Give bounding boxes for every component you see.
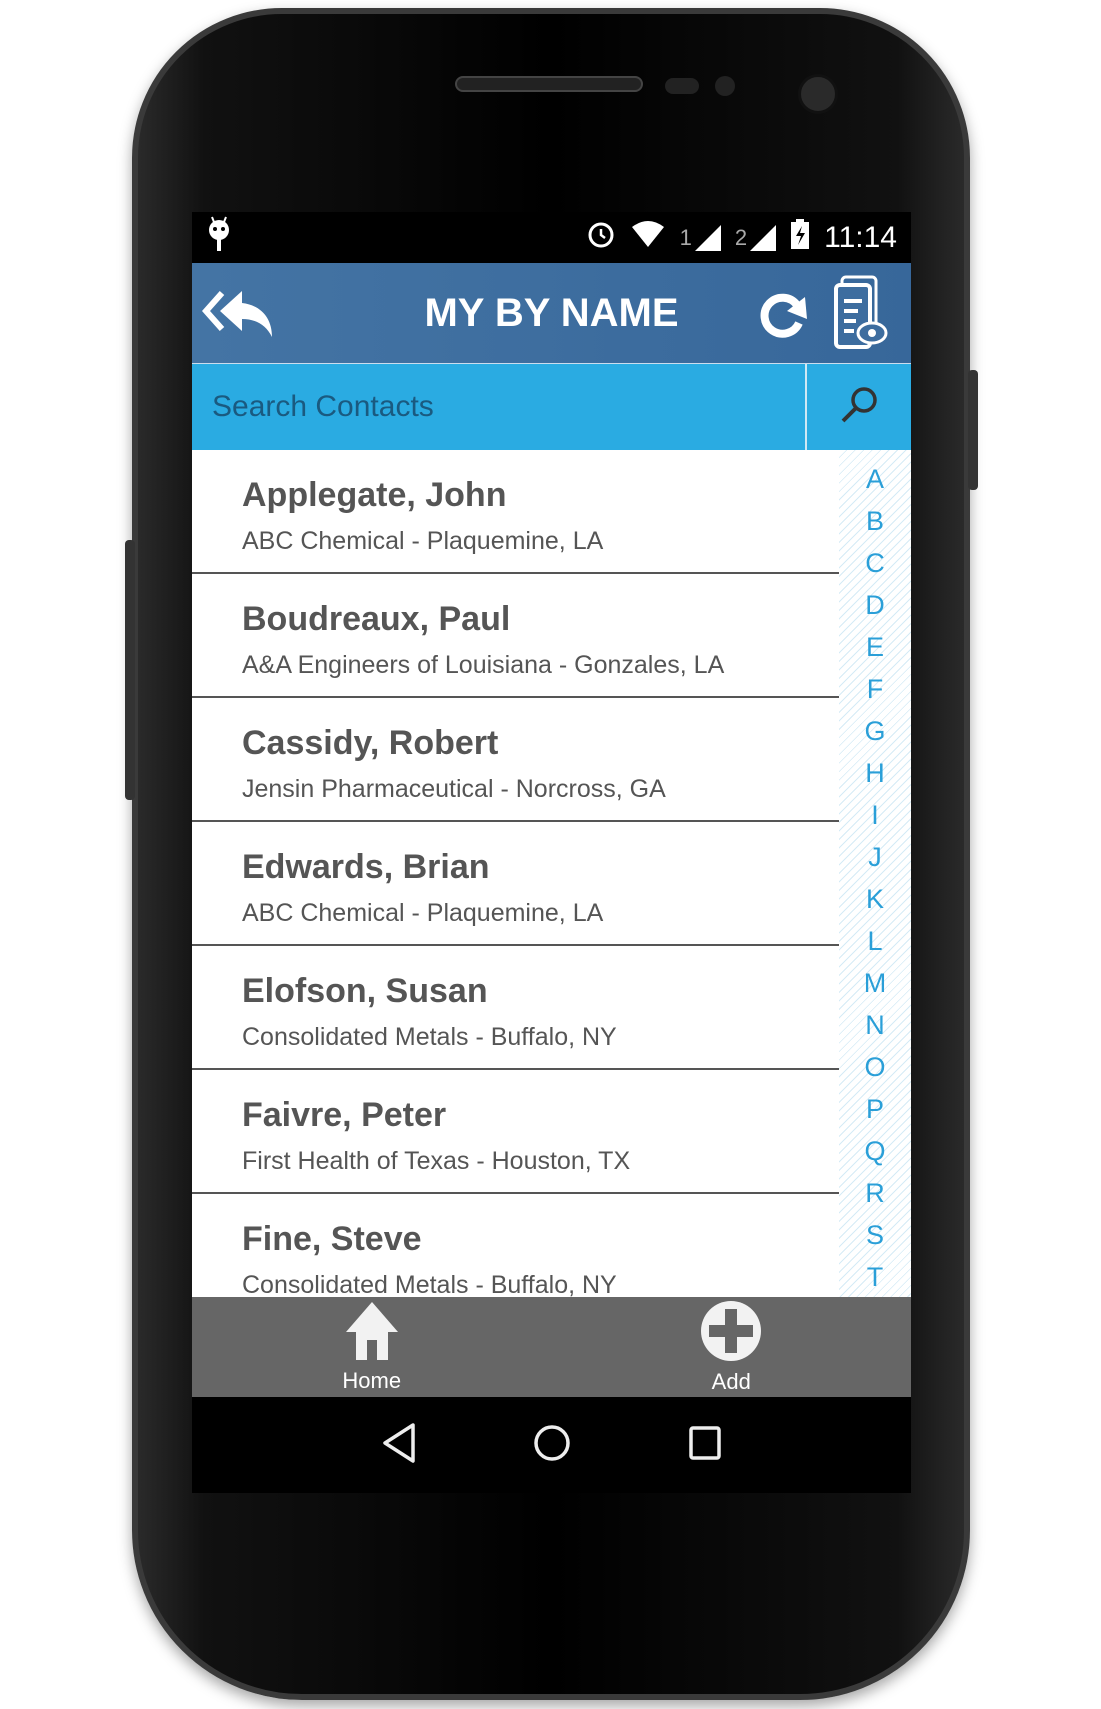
search-button[interactable] [805,364,911,450]
alphabet-letter-k[interactable]: K [866,878,884,920]
refresh-icon[interactable] [757,289,809,346]
alphabet-letter-n[interactable]: N [865,1004,885,1046]
alphabet-letter-j[interactable]: J [868,836,882,878]
bottom-toolbar: Home Add [192,1297,911,1397]
volume-button [125,540,135,800]
document-view-icon[interactable] [832,275,888,358]
contact-detail: ABC Chemical - Plaquemine, LA [242,527,604,555]
contact-detail: Consolidated Metals - Buffalo, NY [242,1023,617,1051]
alphabet-letter-e[interactable]: E [866,626,884,668]
sim1-signal: 1 [679,224,721,251]
alphabet-index[interactable]: ABCDEFGHIJKLMNOPQRST [839,450,911,1297]
battery-charging-icon [790,219,810,256]
contact-row[interactable]: Boudreaux, Paul A&A Engineers of Louisian… [192,574,839,698]
wifi-icon [630,219,666,256]
sim2-signal: 2 [734,224,777,251]
light-sensor [715,76,735,96]
signal-icon [750,224,777,251]
contact-name: Boudreaux, Paul [242,600,511,638]
search-input[interactable] [192,364,805,450]
front-camera [798,74,838,114]
alphabet-letter-a[interactable]: A [866,458,884,500]
system-navigation-bar [192,1397,911,1493]
screen: 1 2 11:14 MY BY NAME Applegate, John ABC … [192,212,911,1493]
search-bar [192,363,911,450]
contact-detail: ABC Chemical - Plaquemine, LA [242,899,604,927]
sim2-label: 2 [734,224,748,250]
alphabet-letter-m[interactable]: M [864,962,887,1004]
alphabet-letter-g[interactable]: G [864,710,885,752]
alphabet-letter-t[interactable]: T [867,1256,884,1297]
alarm-icon [586,219,616,256]
contact-name: Faivre, Peter [242,1096,447,1134]
signal-icon [694,224,721,251]
clock: 11:14 [824,220,897,254]
contact-name: Cassidy, Robert [242,724,499,762]
add-button[interactable]: Add [631,1299,831,1395]
home-icon [344,1300,400,1368]
earpiece-speaker [455,76,643,92]
alphabet-letter-q[interactable]: Q [864,1130,885,1172]
contact-row[interactable]: Applegate, John ABC Chemical - Plaquemine… [192,450,839,574]
alphabet-letter-d[interactable]: D [865,584,885,626]
alphabet-letter-s[interactable]: S [866,1214,884,1256]
contact-detail: Consolidated Metals - Buffalo, NY [242,1271,617,1297]
home-label: Home [342,1368,402,1393]
contact-row[interactable]: Faivre, Peter First Health of Texas - Hou… [192,1070,839,1194]
contact-name: Edwards, Brian [242,848,490,886]
alphabet-letter-c[interactable]: C [865,542,885,584]
alphabet-letter-i[interactable]: I [871,794,879,836]
alphabet-letter-f[interactable]: F [867,668,884,710]
status-bar: 1 2 11:14 [192,212,911,263]
contact-detail: First Health of Texas - Houston, TX [242,1147,631,1175]
contact-name: Applegate, John [242,476,507,514]
android-notification-icon [206,215,232,260]
search-icon [839,385,879,430]
alphabet-letter-p[interactable]: P [866,1088,884,1130]
home-button[interactable]: Home [272,1300,472,1394]
contact-detail: Jensin Pharmaceutical - Norcross, GA [242,775,666,803]
nav-back-icon[interactable] [379,1421,419,1470]
nav-home-icon[interactable] [532,1423,572,1468]
alphabet-letter-b[interactable]: B [866,500,884,542]
proximity-sensor [665,78,699,94]
app-header: MY BY NAME [192,263,911,363]
contact-name: Fine, Steve [242,1220,422,1258]
alphabet-letter-o[interactable]: O [864,1046,885,1088]
alphabet-letter-l[interactable]: L [867,920,882,962]
add-label: Add [711,1369,751,1394]
contact-list: Applegate, John ABC Chemical - Plaquemine… [192,450,839,1297]
contact-row[interactable]: Edwards, Brian ABC Chemical - Plaquemine,… [192,822,839,946]
add-icon [699,1299,763,1369]
contact-row[interactable]: Fine, Steve Consolidated Metals - Buffalo… [192,1194,839,1297]
sim1-label: 1 [679,224,692,250]
contact-list-area: Applegate, John ABC Chemical - Plaquemine… [192,450,911,1297]
alphabet-letter-r[interactable]: R [865,1172,885,1214]
nav-recents-icon[interactable] [685,1423,725,1468]
contact-row[interactable]: Cassidy, Robert Jensin Pharmaceutical - N… [192,698,839,822]
power-button [968,370,978,490]
contact-name: Elofson, Susan [242,972,488,1010]
contact-detail: A&A Engineers of Louisiana - Gonzales, L… [242,651,725,679]
contact-row[interactable]: Elofson, Susan Consolidated Metals - Buff… [192,946,839,1070]
alphabet-letter-h[interactable]: H [865,752,885,794]
